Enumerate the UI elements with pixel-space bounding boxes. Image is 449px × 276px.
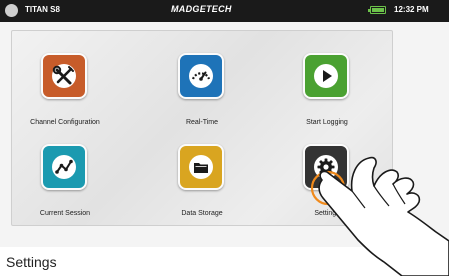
caption: Settings — [6, 254, 57, 270]
tapping-hand-icon — [310, 156, 449, 276]
